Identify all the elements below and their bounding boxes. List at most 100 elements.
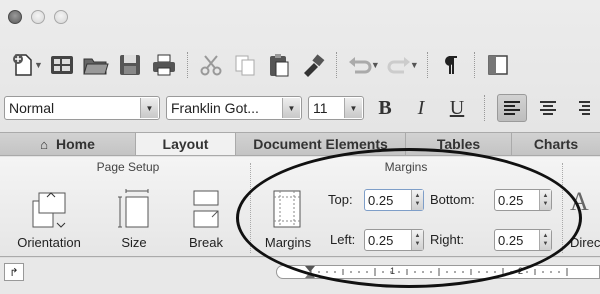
bottom-margin-value: 0.25 [498,192,524,208]
tab-home[interactable]: ⌂ Home [0,133,136,155]
page-setup-group-title: Page Setup [96,160,160,174]
stepper-arrows[interactable]: ▲ ▼ [539,230,551,250]
zoom-window-button[interactable] [54,10,68,24]
print-button[interactable] [147,48,181,82]
right-margin-label: Right: [430,232,464,247]
paste-button[interactable] [262,48,296,82]
paper-size-icon [118,189,149,228]
formatting-toolbar: Normal ▼ Franklin Got... ▼ 11 ▼ B I U [0,88,600,128]
group-divider [250,163,251,253]
templates-gallery-icon [50,56,73,74]
font-size-value: 11 [313,100,328,116]
save-button[interactable] [113,48,147,82]
orientation-button[interactable]: Orientation [14,187,84,250]
chevron-down-icon[interactable]: ▼ [34,60,43,70]
tab-document-elements[interactable]: Document Elements [236,133,406,155]
style-value: Normal [9,100,55,116]
chevron-down-icon[interactable]: ▼ [140,98,158,118]
chevron-down-icon[interactable]: ▼ [410,60,419,70]
chevron-down-icon[interactable]: ▼ [282,98,300,118]
text-direction-label: Direc [570,235,600,250]
redo-icon [387,57,410,74]
tab-charts[interactable]: Charts [512,133,600,155]
ribbon-panel: Page Setup Orientation Size Break Margin… [0,157,600,257]
right-margin-field[interactable]: 0.25 ▲ ▼ [494,229,552,251]
chevron-down-icon[interactable]: ▼ [344,98,362,118]
margins-group-title: Margins [384,160,428,174]
word-window: ▼ ▼ ▼ Normal ▼ Franklin Got... ▼ 11 ▼ B … [0,0,600,294]
orientation-icon [32,192,66,228]
minimize-window-button[interactable] [31,10,45,24]
format-painter-icon [303,54,325,77]
orientation-label: Orientation [17,235,81,250]
top-margin-value: 0.25 [368,192,394,208]
chevron-down-icon[interactable]: ▼ [371,60,380,70]
tab-label: Charts [533,136,579,152]
open-button[interactable] [79,48,113,82]
undo-icon [348,57,372,74]
standard-toolbar: ▼ ▼ ▼ [0,44,600,86]
left-margin-label: Left: [330,232,356,247]
top-margin-field[interactable]: 0.25 ▲ ▼ [364,189,424,211]
margins-label: Margins [264,235,312,250]
ruler-number: 2 [518,266,524,276]
align-center-icon [540,101,556,115]
align-left-button[interactable] [497,94,527,122]
style-select[interactable]: Normal ▼ [4,96,160,120]
tab-layout[interactable]: Layout [136,133,236,155]
tab-label: Layout [162,136,209,152]
ruler-marks [305,266,568,278]
bold-button[interactable]: B [370,94,400,122]
close-window-button[interactable] [8,10,22,24]
align-center-button[interactable] [533,94,563,122]
size-label: Size [121,235,147,250]
stepper-arrows[interactable]: ▲ ▼ [539,190,551,210]
tab-label: Document Elements [253,136,388,152]
horizontal-ruler[interactable]: 1 2 [276,265,600,279]
align-right-button[interactable] [569,94,599,122]
toolbar-separator [335,52,337,78]
tab-label: Tables [436,136,481,152]
new-document-icon [13,54,32,76]
right-margin-value: 0.25 [498,232,524,248]
copy-button[interactable] [228,48,262,82]
sidebar-icon [488,55,508,75]
home-icon: ⌂ [40,136,48,152]
font-select[interactable]: Franklin Got... ▼ [166,96,302,120]
tab-label: Home [55,136,95,152]
left-margin-value: 0.25 [368,232,394,248]
print-icon [152,54,175,76]
text-direction-button[interactable]: A Direc [570,187,600,250]
stepper-arrows[interactable]: ▲ ▼ [411,190,423,210]
ruler-area: ↱ 1 2 [0,258,600,294]
cut-button[interactable] [194,48,228,82]
copy-icon [235,55,255,76]
left-margin-field[interactable]: 0.25 ▲ ▼ [364,229,424,251]
stepper-arrows[interactable]: ▲ ▼ [411,230,423,250]
tab-tables[interactable]: Tables [406,133,512,155]
sidebar-button[interactable] [481,48,515,82]
align-left-icon [504,101,520,115]
bottom-margin-label: Bottom: [430,192,475,207]
font-value: Franklin Got... [171,100,259,116]
page-break-icon [193,190,219,228]
format-painter-button[interactable] [296,48,330,82]
toolbar-separator [426,52,428,78]
margins-button[interactable]: Margins [258,187,318,250]
size-button[interactable]: Size [104,187,164,250]
toolbar-separator [484,95,485,121]
show-formatting-button[interactable] [434,48,468,82]
text-direction-icon: A [570,187,589,216]
ribbon-tabs: ⌂ Home Layout Document Elements Tables C… [0,132,600,156]
margins-icon [273,190,301,228]
tab-stop-selector[interactable]: ↱ [4,263,24,281]
templates-gallery-button[interactable] [45,48,79,82]
italic-button[interactable]: I [406,94,436,122]
save-icon [119,55,140,75]
underline-button[interactable]: U [442,94,472,122]
paste-icon [269,54,289,77]
bottom-margin-field[interactable]: 0.25 ▲ ▼ [494,189,552,211]
break-button[interactable]: Break [176,187,236,250]
group-divider [562,163,563,253]
font-size-select[interactable]: 11 ▼ [308,96,364,120]
